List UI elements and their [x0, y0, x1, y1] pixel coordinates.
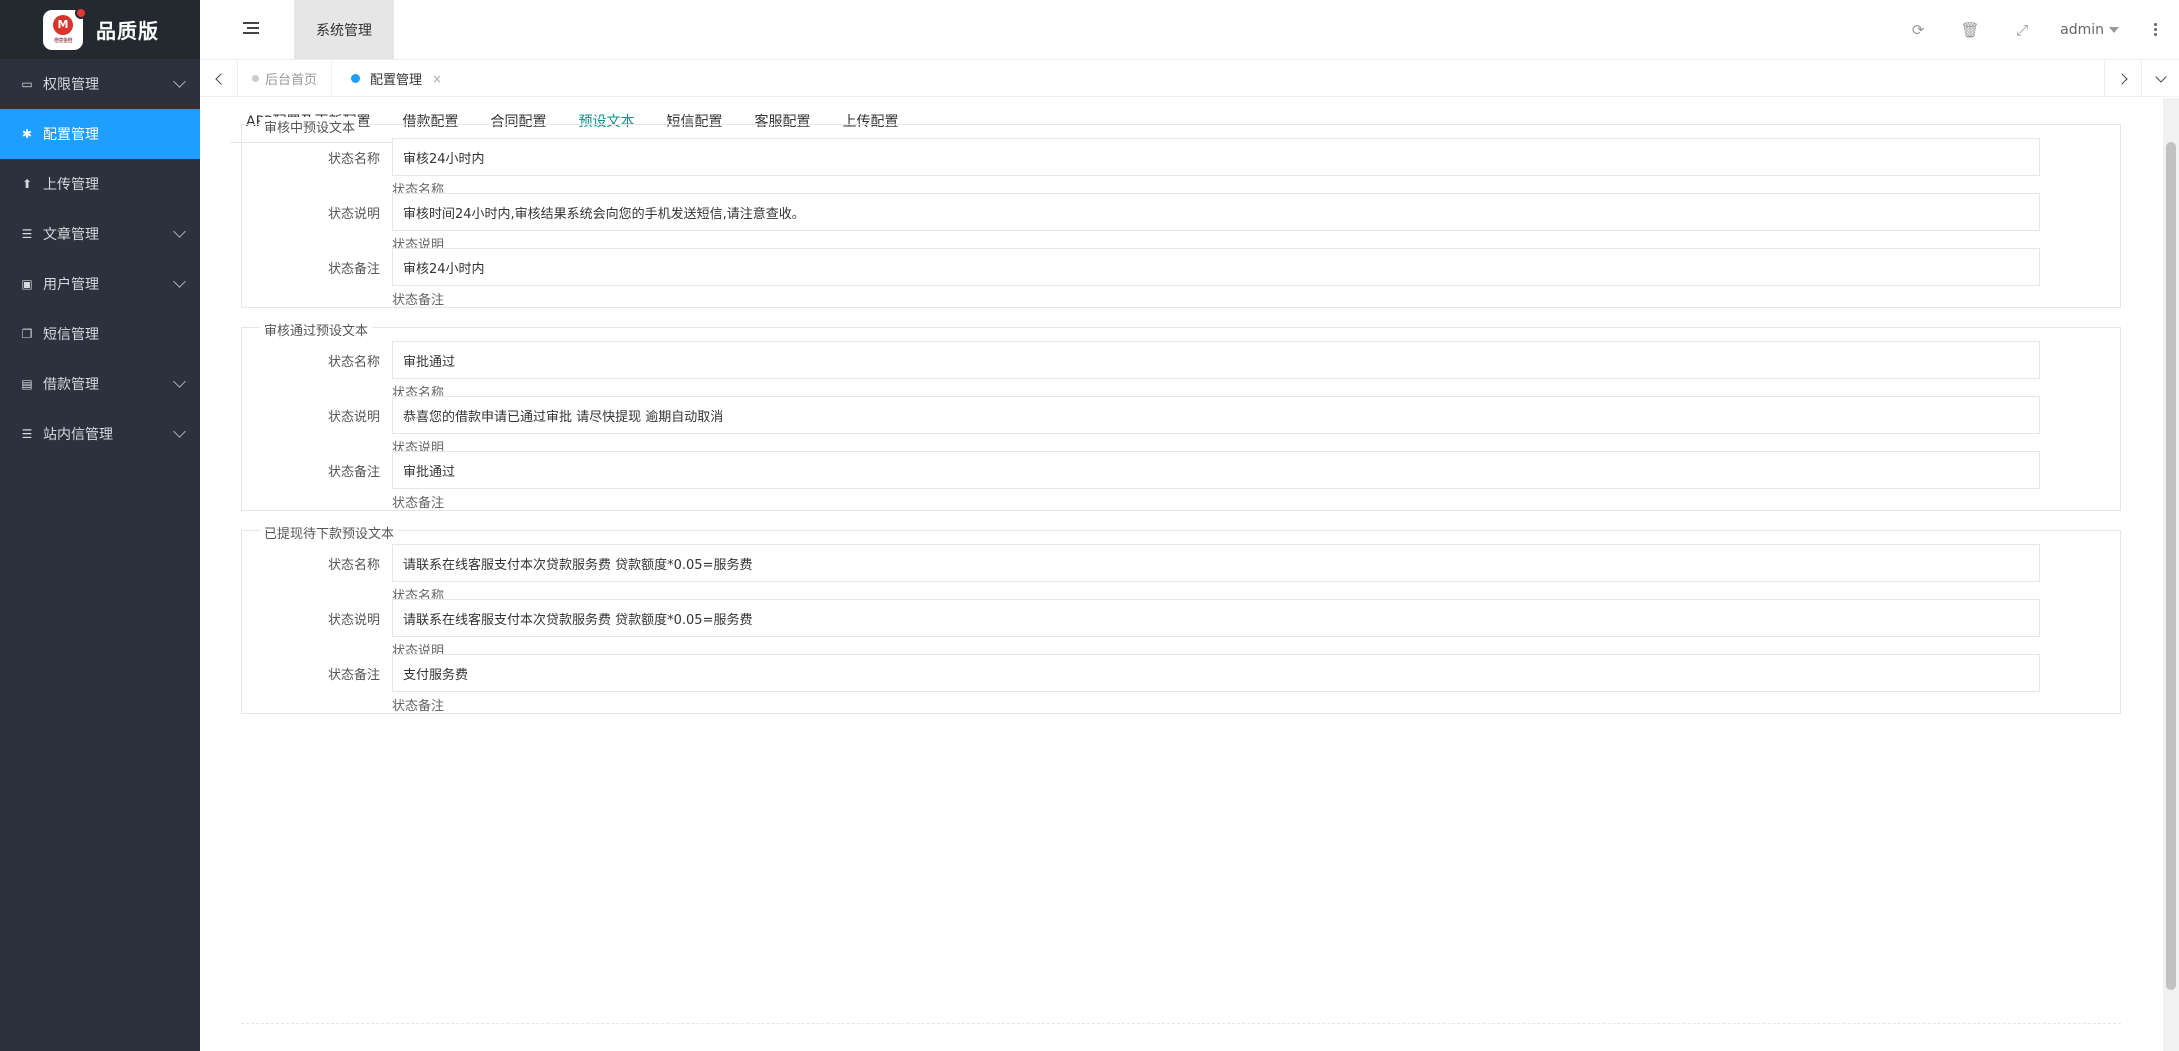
text-input[interactable]: [392, 138, 2040, 176]
form-row: 状态名称状态名称: [242, 341, 2120, 401]
text-input[interactable]: [392, 544, 2040, 582]
list-icon: ☰: [19, 227, 35, 241]
field-label: 状态说明: [242, 406, 380, 425]
form-row: 状态备注状态备注: [242, 248, 2120, 308]
username: admin: [2060, 22, 2104, 38]
sidebar-item[interactable]: ▣ 用户管理: [0, 259, 200, 309]
tab-dot-icon: [351, 74, 360, 83]
fieldset-section: 审核通过预设文本状态名称状态名称状态说明状态说明状态备注状态备注: [241, 327, 2121, 511]
sidebar-item-label: 配置管理: [43, 124, 99, 144]
top-header: 系统管理 ⟳ 🗑 ⤢ admin: [200, 0, 2179, 60]
logo-subtext: 橙意金橙: [54, 37, 72, 44]
form-row: 状态备注状态备注: [242, 451, 2120, 511]
chevron-down-icon: [173, 275, 186, 288]
sidebar-item-label: 文章管理: [43, 224, 99, 244]
logo-icon: M 橙意金橙: [43, 10, 83, 50]
form-row: 状态备注状态备注: [242, 654, 2120, 714]
chevron-down-icon: [173, 225, 186, 238]
text-input[interactable]: [392, 654, 2040, 692]
field-hint: 状态备注: [392, 695, 444, 714]
fieldset-legend: 已提现待下款预设文本: [260, 523, 398, 542]
caret-down-icon: [2109, 27, 2119, 33]
form-row: 状态名称状态名称: [242, 138, 2120, 198]
sidebar-item[interactable]: ▤ 借款管理: [0, 359, 200, 409]
page-tab-config[interactable]: 配置管理 ×: [337, 60, 456, 97]
chevron-down-icon: [173, 375, 186, 388]
copy-icon: ❐: [19, 327, 35, 341]
user-card-icon: ▣: [19, 277, 35, 291]
sidebar-item[interactable]: ☰ 文章管理: [0, 209, 200, 259]
text-input[interactable]: [392, 396, 2040, 434]
scrollbar-thumb[interactable]: [2166, 142, 2176, 990]
trash-icon[interactable]: 🗑: [1944, 21, 1996, 39]
close-icon[interactable]: ×: [432, 72, 442, 86]
field-label: 状态说明: [242, 203, 380, 222]
field-label: 状态备注: [242, 258, 380, 277]
scrollbar[interactable]: [2163, 98, 2179, 1051]
sidebar-item-label: 权限管理: [43, 74, 99, 94]
text-input[interactable]: [392, 451, 2040, 489]
logo-mark: M: [53, 15, 73, 35]
sidebar-item-label: 上传管理: [43, 174, 99, 194]
logo-dot-icon: [75, 7, 87, 19]
upload-arrow-icon: ⬆: [19, 177, 35, 191]
tabs-scroll-left-icon[interactable]: [200, 60, 238, 97]
chevron-down-icon: [173, 425, 186, 438]
form-row: 状态说明状态说明: [242, 599, 2120, 659]
main-content: APP配置及更新配置借款配置合同配置预设文本短信配置客服配置上传配置 审核中预设…: [200, 98, 2179, 1051]
sidebar-item[interactable]: ▭ 权限管理: [0, 59, 200, 109]
sidebar-item[interactable]: ☰ 站内信管理: [0, 409, 200, 459]
tabs-scroll-right-icon[interactable]: [2104, 60, 2142, 97]
tab-dot-icon: [252, 75, 259, 82]
fieldset-section: 已提现待下款预设文本状态名称状态名称状态说明状态说明状态备注状态备注: [241, 530, 2121, 714]
page-tab-label: 配置管理: [370, 69, 422, 88]
field-label: 状态名称: [242, 351, 380, 370]
gear-icon: ✱: [19, 127, 35, 141]
sidebar: M 橙意金橙 品质版 ▭ 权限管理 ✱ 配置管理 ⬆ 上传管理 ☰ 文章管理 ▣ 用户管理 ❐ 短信管…: [0, 0, 200, 1051]
header-actions: ⟳ 🗑 ⤢ admin: [1892, 0, 2179, 59]
fieldset-legend: 审核中预设文本: [260, 117, 359, 136]
field-label: 状态备注: [242, 664, 380, 683]
top-nav-system-management[interactable]: 系统管理: [294, 0, 394, 59]
field-hint: 状态备注: [392, 289, 444, 308]
text-input[interactable]: [392, 341, 2040, 379]
field-label: 状态名称: [242, 148, 380, 167]
text-input[interactable]: [392, 193, 2040, 231]
fullscreen-icon[interactable]: ⤢: [1996, 21, 2048, 39]
field-label: 状态名称: [242, 554, 380, 573]
list-icon: ☰: [19, 427, 35, 441]
page-tab-label: 后台首页: [265, 69, 317, 88]
fieldset-legend: 审核通过预设文本: [260, 320, 372, 339]
sidebar-item-label: 站内信管理: [43, 424, 113, 444]
more-vertical-icon[interactable]: [2145, 22, 2165, 37]
form-row: 状态名称状态名称: [242, 544, 2120, 604]
sidebar-item[interactable]: ⬆ 上传管理: [0, 159, 200, 209]
menu-toggle-icon[interactable]: [243, 22, 259, 36]
sidebar-item[interactable]: ✱ 配置管理: [0, 109, 200, 159]
fieldset-section: 审核中预设文本状态名称状态名称状态说明状态说明状态备注状态备注: [241, 124, 2121, 308]
field-hint: 状态备注: [392, 492, 444, 511]
brand-title: 品质版: [96, 15, 159, 44]
text-input[interactable]: [392, 248, 2040, 286]
refresh-icon[interactable]: ⟳: [1892, 21, 1944, 39]
page-tabs-bar: 后台首页 配置管理 ×: [200, 60, 2179, 97]
user-menu[interactable]: admin: [2060, 22, 2119, 38]
field-label: 状态说明: [242, 609, 380, 628]
field-label: 状态备注: [242, 461, 380, 480]
divider: [241, 1023, 2121, 1024]
form-row: 状态说明状态说明: [242, 396, 2120, 456]
chevron-down-icon: [173, 75, 186, 88]
sidebar-item-label: 借款管理: [43, 374, 99, 394]
sidebar-item[interactable]: ❐ 短信管理: [0, 309, 200, 359]
text-input[interactable]: [392, 599, 2040, 637]
money-icon: ▤: [19, 377, 35, 391]
logo-bar: M 橙意金橙 品质版: [0, 0, 200, 59]
sidebar-item-label: 短信管理: [43, 324, 99, 344]
page-tab-home[interactable]: 后台首页: [238, 60, 332, 97]
laptop-icon: ▭: [19, 77, 35, 91]
tabs-dropdown-icon[interactable]: [2141, 60, 2179, 97]
form-row: 状态说明状态说明: [242, 193, 2120, 253]
sidebar-menu: ▭ 权限管理 ✱ 配置管理 ⬆ 上传管理 ☰ 文章管理 ▣ 用户管理 ❐ 短信管理 ▤ 借款管理 ☰ 站内信管…: [0, 59, 200, 459]
sidebar-item-label: 用户管理: [43, 274, 99, 294]
